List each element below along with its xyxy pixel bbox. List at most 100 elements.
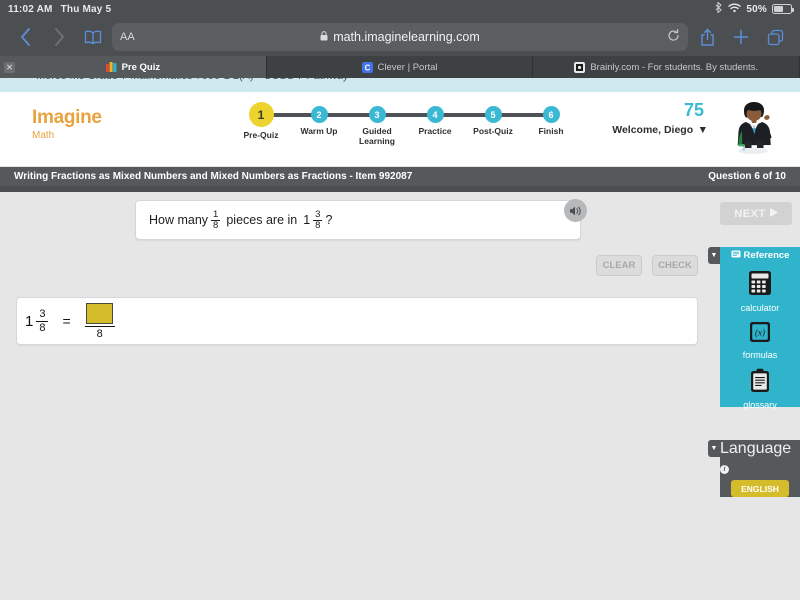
step-number: 6	[542, 106, 560, 123]
step-number: 1	[248, 102, 274, 127]
tabs-icon[interactable]	[760, 22, 790, 52]
action-buttons: CLEAR CHECK	[596, 255, 698, 276]
fraction-denominator: 8	[211, 220, 221, 231]
fraction-denominator: 8	[36, 320, 49, 334]
ios-status-bar: 11:02 AM Thu May 5 50%	[0, 0, 800, 18]
next-label: NEXT	[734, 207, 766, 220]
browser-tab-brainly[interactable]: Brainly.com - For students. By students.	[533, 56, 800, 78]
prompt-text-before: How many	[149, 213, 209, 227]
text-size-button[interactable]: AA	[120, 31, 135, 43]
step-number: 4	[426, 106, 444, 123]
reference-panel: ▼ Reference calculator (x) formulas glos…	[708, 247, 800, 410]
student-avatar	[737, 102, 772, 154]
equals-sign: =	[62, 313, 71, 329]
info-icon[interactable]: i	[720, 465, 729, 474]
chevron-left-icon[interactable]	[10, 22, 40, 52]
calculator-icon	[749, 271, 771, 295]
item-title-bar: Writing Fractions as Mixed Numbers and M…	[0, 167, 800, 186]
step-number: 2	[310, 106, 328, 123]
tool-label: glossary	[743, 400, 777, 410]
imagine-learning-favicon	[105, 61, 116, 72]
screen: 11:02 AM Thu May 5 50% AA math.imaginele…	[0, 0, 800, 600]
numerator-input[interactable]	[86, 302, 114, 324]
question-prompt: How many 1 8 pieces are in 1 3 8 ?	[135, 199, 587, 240]
fraction-numerator: 3	[315, 208, 321, 220]
logo-secondary: Math	[32, 130, 55, 141]
browser-toolbar: AA math.imaginelearning.com	[0, 18, 800, 56]
logo-primary: Imagine	[32, 107, 102, 128]
user-menu[interactable]: Welcome, Diego ▼	[612, 120, 708, 138]
imagine-math-logo: Imagine Math	[32, 108, 102, 141]
svg-text:(x): (x)	[755, 328, 765, 338]
browser-tab-pre-quiz[interactable]: ✕ Pre Quiz	[0, 56, 267, 78]
course-breadcrumb-banner: Morse Ms Grade 7 Mathematics 7000-1 2(A)…	[0, 78, 800, 92]
status-date: Thu May 5	[60, 3, 112, 15]
battery-icon	[772, 4, 794, 14]
tool-label: calculator	[740, 303, 780, 313]
lock-icon	[320, 30, 328, 44]
item-title: Writing Fractions as Mixed Numbers and M…	[14, 171, 413, 182]
main-content: How many 1 8 pieces are in 1 3 8 ? CLEAR…	[0, 192, 800, 600]
chevron-down-icon[interactable]: ▼	[698, 124, 708, 136]
step-label: Finish	[538, 126, 564, 136]
prompt-whole-number: 1	[303, 213, 311, 227]
tab-title: Brainly.com - For students. By students.	[590, 61, 759, 73]
question-canvas: How many 1 8 pieces are in 1 3 8 ? CLEAR…	[0, 192, 712, 600]
reference-panel-label: Reference	[743, 250, 790, 261]
tab-title: Clever | Portal	[377, 61, 438, 73]
address-bar[interactable]: AA math.imaginelearning.com	[112, 23, 688, 51]
collapse-caret-icon[interactable]: ▼	[708, 247, 720, 264]
points-total: 75	[683, 100, 704, 120]
step-pre-quiz[interactable]: 1 Pre-Quiz	[232, 102, 319, 147]
reference-panel-header[interactable]: ▼ Reference	[708, 247, 800, 264]
right-sidebar: NEXT ▼ Reference calculator (x) formulas…	[708, 192, 800, 600]
svg-text:C: C	[364, 63, 370, 72]
speaker-icon[interactable]	[564, 199, 587, 222]
wifi-icon	[728, 3, 742, 16]
check-button[interactable]: CHECK	[652, 255, 698, 276]
welcome-text: Welcome, Diego	[612, 124, 694, 136]
prompt-fraction-one-eighth: 1 8	[211, 209, 221, 231]
result-denominator: 8	[84, 325, 115, 340]
chevron-right-icon	[44, 22, 74, 52]
tab-title: Pre Quiz	[121, 61, 161, 73]
progress-stepper: 1 Pre-Quiz 2 Warm Up 3 Guided Learning 4…	[232, 102, 580, 147]
book-icon[interactable]	[78, 22, 108, 52]
clear-button[interactable]: CLEAR	[596, 255, 642, 276]
prompt-text-middle: pieces are in	[226, 213, 298, 227]
fraction-numerator: 3	[39, 307, 46, 320]
reload-icon[interactable]	[667, 29, 680, 45]
language-panel-label: Language	[720, 440, 792, 457]
tool-label: formulas	[742, 350, 778, 360]
browser-tab-bar: ✕ Pre Quiz C Clever | Portal Brainly.com…	[0, 56, 800, 78]
answer-whole-number: 1	[25, 312, 34, 330]
step-label: Post-Quiz	[473, 126, 513, 136]
reference-tool-glossary[interactable]: glossary	[720, 362, 800, 412]
answer-mixed-fraction: 3 8	[36, 307, 49, 334]
bluetooth-icon	[715, 1, 723, 16]
question-counter: Question 6 of 10	[708, 171, 786, 182]
step-label: Warm Up	[300, 126, 338, 136]
language-english-button[interactable]: ENGLISH	[731, 480, 789, 497]
status-time: 11:02 AM	[8, 3, 53, 15]
reference-tool-calculator[interactable]: calculator	[720, 264, 800, 315]
step-label: Practice	[418, 126, 452, 136]
language-panel: ▼ Language i ENGLISH	[708, 440, 800, 497]
close-icon[interactable]: ✕	[4, 61, 15, 73]
browser-tab-clever[interactable]: C Clever | Portal	[267, 56, 534, 78]
next-button[interactable]: NEXT	[720, 202, 792, 225]
step-number: 5	[484, 106, 502, 123]
mixed-number-expression: 1 3 8 = 8	[25, 302, 115, 340]
collapse-caret-icon[interactable]: ▼	[708, 440, 720, 457]
clever-favicon: C	[361, 61, 373, 73]
play-triangle-icon	[769, 207, 778, 220]
battery-percent-label: 50%	[746, 3, 767, 15]
language-panel-header[interactable]: ▼ Language i	[708, 440, 800, 476]
fraction-denominator: 8	[313, 220, 323, 231]
plus-icon[interactable]	[726, 22, 756, 52]
share-icon[interactable]	[692, 22, 722, 52]
reference-tool-formulas[interactable]: (x) formulas	[720, 315, 800, 362]
formulas-icon: (x)	[750, 322, 770, 342]
brainly-favicon	[574, 61, 586, 73]
app-header: Imagine Math 1 Pre-Quiz 2 Warm Up 3 Guid…	[0, 92, 800, 167]
